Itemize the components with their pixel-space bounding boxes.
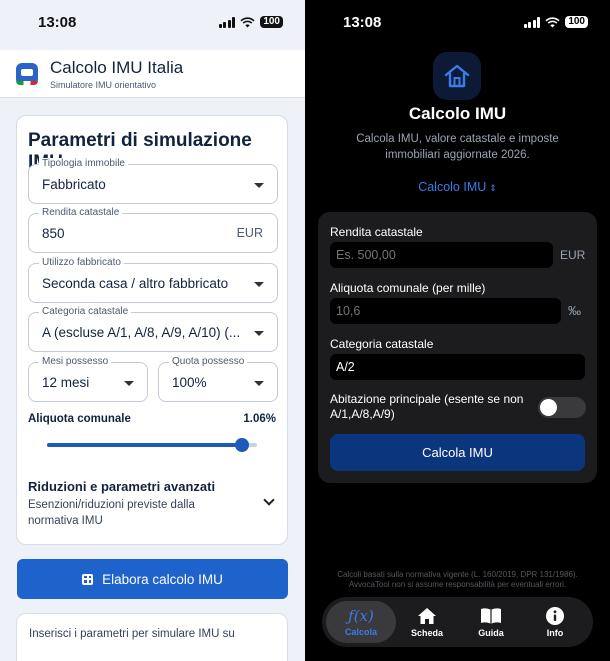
app-subtitle: Simulatore IMU orientativo <box>50 79 157 90</box>
abitazione-toggle[interactable] <box>538 397 586 418</box>
info-text: Inserisci i parametri per simulare IMU s… <box>29 628 235 640</box>
battery-icon: 100 <box>565 16 588 28</box>
aliquota-unit: ‰ <box>568 303 581 318</box>
page-title: Calcolo IMU <box>408 104 507 123</box>
slider-thumb[interactable] <box>235 438 250 452</box>
dropdown-arrow-icon <box>254 331 264 336</box>
mesi-label: Mesi possesso <box>39 356 112 367</box>
elabora-button[interactable]: Elabora calcolo IMU <box>17 559 288 599</box>
quota-value: 100% <box>172 375 207 390</box>
dropdown-arrow-icon <box>254 381 264 386</box>
slider-fill <box>47 443 243 447</box>
quota-label: Quota possesso <box>169 356 248 367</box>
aliquota-label: Aliquota comunale (per mille) <box>330 281 486 295</box>
calc-type-selector[interactable]: Calcolo IMU ⇕ <box>305 180 610 194</box>
abitazione-label: Abitazione principale (esente se non A/1… <box>330 392 524 421</box>
left-phone-screen: 13:08 100 Calcolo IMU Italia Simulatore … <box>0 0 305 661</box>
info-card: Inserisci i parametri per simulare IMU s… <box>16 613 288 661</box>
info-icon <box>546 606 564 625</box>
categoria-label: Categoria catastale <box>39 306 132 317</box>
categoria-field[interactable]: A/2 <box>330 354 585 380</box>
tab-calcola[interactable]: ƒ(x) Calcola <box>326 601 396 643</box>
status-time: 13:08 <box>343 13 382 31</box>
function-icon: ƒ(x) <box>348 606 374 625</box>
tab-scheda[interactable]: Scheda <box>392 601 462 643</box>
utilizzo-label: Utilizzo fabbricato <box>39 257 124 268</box>
imu-form-card: Rendita catastale EUR Aliquota comunale … <box>318 212 597 483</box>
home-icon <box>418 607 436 624</box>
tab-label: Scheda <box>410 627 443 638</box>
aliquota-slider[interactable] <box>47 438 257 452</box>
tab-label: Guida <box>478 627 504 638</box>
tab-label: Calcola <box>344 626 377 637</box>
categoria-select[interactable]: Categoria catastale A (escluse A/1, A/8,… <box>28 306 278 352</box>
chevron-updown-icon: ⇕ <box>489 183 497 193</box>
app-logo-icon <box>16 62 38 85</box>
dropdown-arrow-icon <box>254 282 264 287</box>
tab-label: Info <box>546 627 564 638</box>
riduzioni-title: Riduzioni e parametri avanzati <box>28 479 216 494</box>
rendita-label: Rendita catastale <box>39 207 123 218</box>
book-icon <box>481 607 501 624</box>
categoria-label: Categoria catastale <box>330 337 434 351</box>
calculator-icon <box>82 573 94 585</box>
legal-footer: Calcoli basati sulla normativa vigente (… <box>337 570 578 589</box>
status-icons: 100 <box>218 16 283 28</box>
signal-icon <box>523 16 541 28</box>
aliquota-value: 1.06% <box>243 413 276 425</box>
rendita-unit: EUR <box>236 226 263 240</box>
page-subtitle: Calcola IMU, valore catastale e imposte … <box>356 133 559 161</box>
status-bar: 13:08 100 <box>305 0 610 44</box>
utilizzo-select[interactable]: Utilizzo fabbricato Seconda casa / altro… <box>28 257 278 303</box>
quota-select[interactable]: Quota possesso 100% <box>158 356 278 402</box>
wifi-icon <box>545 16 560 27</box>
battery-icon: 100 <box>260 16 283 28</box>
signal-icon <box>218 16 236 28</box>
tipologia-select[interactable]: Tipologia immobile Fabbricato <box>28 158 278 204</box>
rendita-unit: EUR <box>560 248 586 262</box>
status-icons: 100 <box>523 16 588 28</box>
dropdown-arrow-icon <box>254 183 264 188</box>
aliquota-input[interactable] <box>330 298 561 324</box>
calcola-button[interactable]: Calcola IMU <box>330 434 585 471</box>
mesi-value: 12 mesi <box>42 375 90 390</box>
status-time: 13:08 <box>38 13 77 31</box>
wifi-icon <box>240 16 255 27</box>
tab-info[interactable]: Info <box>520 601 590 643</box>
rendita-value: 850 <box>42 226 65 241</box>
right-phone-screen: 13:08 100 Calcolo IMU Calcola IMU, valor… <box>305 0 610 661</box>
app-title: Calcolo IMU Italia <box>50 57 184 77</box>
simulation-params-card: Parametri di simulazione IMU Tipologia i… <box>16 115 288 545</box>
rendita-input[interactable]: Rendita catastale 850 EUR <box>28 207 278 253</box>
chevron-down-icon[interactable] <box>263 494 275 506</box>
utilizzo-value: Seconda casa / altro fabbricato <box>42 276 229 291</box>
dropdown-arrow-icon <box>124 381 134 386</box>
mesi-select[interactable]: Mesi possesso 12 mesi <box>28 356 148 402</box>
status-bar: 13:08 100 <box>0 0 305 44</box>
elabora-label: Elabora calcolo IMU <box>102 571 223 587</box>
tab-guida[interactable]: Guida <box>456 601 526 643</box>
rendita-input[interactable] <box>330 242 553 268</box>
home-icon <box>433 52 481 100</box>
riduzioni-subtitle: Esenzioni/riduzioni previste dalla norma… <box>28 499 195 527</box>
tab-bar: ƒ(x) Calcola Scheda Guida Info <box>322 597 593 647</box>
toggle-knob <box>540 399 557 416</box>
app-title-block: Calcolo IMU Italia Simulatore IMU orient… <box>50 58 183 90</box>
app-header: Calcolo IMU Italia Simulatore IMU orient… <box>0 50 305 98</box>
tipologia-label: Tipologia immobile <box>39 158 128 169</box>
tipologia-value: Fabbricato <box>42 177 106 192</box>
aliquota-label: Aliquota comunale <box>28 413 131 425</box>
calc-type-label: Calcolo IMU <box>418 180 487 194</box>
categoria-value: A (escluse A/1, A/8, A/9, A/10) (... <box>42 325 241 340</box>
rendita-label: Rendita catastale <box>330 225 423 239</box>
